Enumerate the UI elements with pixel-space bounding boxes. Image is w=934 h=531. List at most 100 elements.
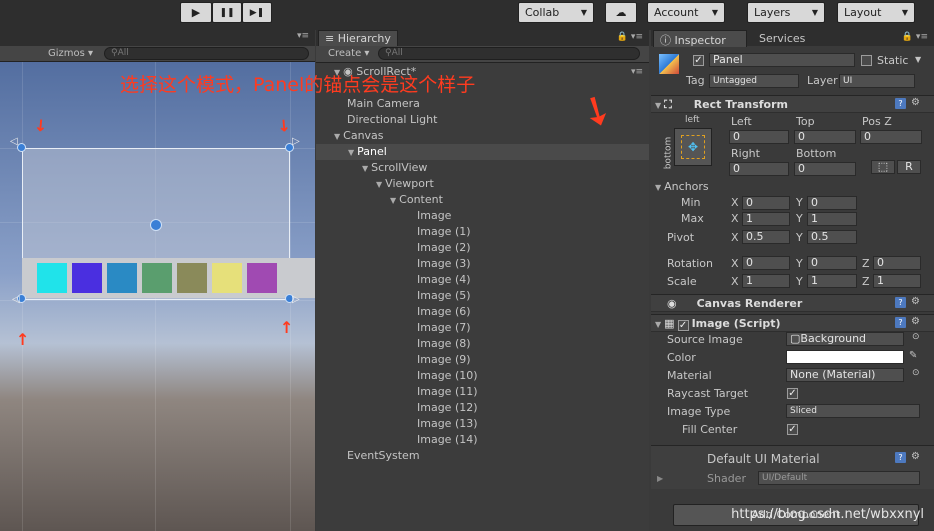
pivot-x-field[interactable]: 0.5: [742, 230, 790, 244]
hierarchy-item[interactable]: EventSystem: [316, 448, 649, 464]
fold-closed-icon[interactable]: ▶: [657, 474, 663, 483]
right-field[interactable]: 0: [729, 162, 789, 176]
left-field[interactable]: 0: [729, 130, 789, 144]
hierarchy-item[interactable]: Image (12): [316, 400, 649, 416]
posz-field[interactable]: 0: [860, 130, 922, 144]
help-icon[interactable]: ?: [895, 297, 906, 308]
object-picker-icon[interactable]: ⊙: [912, 368, 920, 378]
anchor-min-y-field[interactable]: 0: [807, 196, 857, 210]
tab-inspector[interactable]: ⓘ Inspector: [653, 30, 747, 47]
scene-search-input[interactable]: ⚲All: [104, 47, 309, 60]
gear-icon[interactable]: ⚙: [911, 451, 920, 462]
raw-edit-button[interactable]: R: [897, 160, 921, 174]
static-checkbox[interactable]: [861, 55, 872, 66]
cloud-button[interactable]: ☁: [605, 2, 637, 23]
canvas-renderer-header[interactable]: ◉ Canvas Renderer: [651, 294, 934, 312]
hierarchy-item[interactable]: ▼ Panel: [316, 144, 649, 160]
pause-button[interactable]: ❚❚: [212, 2, 242, 23]
hierarchy-item[interactable]: Image (4): [316, 272, 649, 288]
fold-open-icon[interactable]: ▼: [362, 164, 368, 173]
layer-dropdown[interactable]: UI: [839, 74, 915, 88]
anchor-icon[interactable]: ▷: [292, 294, 300, 305]
step-button[interactable]: ▶❚: [242, 2, 272, 23]
menu-icon[interactable]: ▾≡: [631, 64, 643, 80]
hierarchy-item[interactable]: Image (3): [316, 256, 649, 272]
scale-z-field[interactable]: 1: [873, 274, 921, 288]
anchor-min-x-field[interactable]: 0: [742, 196, 790, 210]
hierarchy-item[interactable]: Image: [316, 208, 649, 224]
rotation-z-field[interactable]: 0: [873, 256, 921, 270]
rect-transform-header[interactable]: ▼ ⛶ Rect Transform: [651, 95, 934, 113]
bottom-field[interactable]: 0: [794, 162, 856, 176]
hierarchy-item[interactable]: ▼ Viewport: [316, 176, 649, 192]
help-icon[interactable]: ?: [895, 98, 906, 109]
gear-icon[interactable]: ⚙: [911, 296, 920, 307]
anchor-max-x-field[interactable]: 1: [742, 212, 790, 226]
pivot-y-field[interactable]: 0.5: [807, 230, 857, 244]
pivot-handle[interactable]: [150, 219, 162, 231]
hierarchy-item[interactable]: Image (8): [316, 336, 649, 352]
rotation-y-field[interactable]: 0: [807, 256, 857, 270]
anchor-icon[interactable]: ◁: [10, 136, 18, 147]
hierarchy-item[interactable]: Image (5): [316, 288, 649, 304]
anchor-icon[interactable]: ◁: [12, 294, 20, 305]
scale-y-field[interactable]: 1: [807, 274, 857, 288]
gear-icon[interactable]: ⚙: [911, 316, 920, 327]
layers-dropdown[interactable]: Layers ▼: [747, 2, 825, 23]
help-icon[interactable]: ?: [895, 452, 906, 463]
blueprint-mode-button[interactable]: ⬚: [871, 160, 895, 174]
collab-dropdown[interactable]: Collab ▼: [518, 2, 594, 23]
raycast-target-checkbox[interactable]: ✓: [787, 388, 798, 399]
hierarchy-item[interactable]: Image (7): [316, 320, 649, 336]
create-dropdown[interactable]: Create ▾: [328, 48, 369, 59]
scale-x-field[interactable]: 1: [742, 274, 790, 288]
image-enabled-checkbox[interactable]: ✓: [677, 320, 689, 331]
hierarchy-item[interactable]: ▼ ScrollView: [316, 160, 649, 176]
lock-icon[interactable]: 🔒 ▾≡: [617, 32, 643, 42]
object-picker-icon[interactable]: ⊙: [912, 332, 920, 342]
hierarchy-item[interactable]: Image (11): [316, 384, 649, 400]
account-dropdown[interactable]: Account ▼: [647, 2, 725, 23]
source-image-field[interactable]: ▢Background: [786, 332, 904, 346]
hierarchy-item[interactable]: Image (6): [316, 304, 649, 320]
fill-center-checkbox[interactable]: ✓: [787, 424, 798, 435]
fold-open-icon[interactable]: ▼: [334, 132, 340, 141]
color-swatch[interactable]: [786, 350, 904, 364]
anchor-icon[interactable]: ▷: [292, 136, 300, 147]
object-name-field[interactable]: Panel: [709, 53, 855, 67]
image-script-header[interactable]: ▼ ▦ ✓ Image (Script): [651, 314, 934, 332]
active-checkbox[interactable]: ✓: [693, 55, 704, 66]
scene-view[interactable]: ▾≡ Gizmos ▾ ⚲All ◁ ▷ ◁ ▷ ↙ ↘ ↑ ↑: [0, 30, 315, 531]
tab-services[interactable]: Services: [759, 32, 805, 45]
eyedropper-icon[interactable]: ✎: [909, 350, 917, 361]
image-type-dropdown[interactable]: Sliced: [786, 404, 920, 418]
hierarchy-item[interactable]: ▼ Content: [316, 192, 649, 208]
tag-dropdown[interactable]: Untagged: [709, 74, 799, 88]
menu-icon[interactable]: ▾≡: [297, 31, 309, 41]
hierarchy-item[interactable]: Image (13): [316, 416, 649, 432]
shader-dropdown[interactable]: UI/Default: [758, 471, 920, 485]
chevron-down-icon[interactable]: ▼: [915, 55, 921, 64]
play-button[interactable]: ▶: [180, 2, 212, 23]
hierarchy-item[interactable]: Image (10): [316, 368, 649, 384]
hierarchy-item[interactable]: Image (9): [316, 352, 649, 368]
material-field[interactable]: None (Material): [786, 368, 904, 382]
fold-open-icon[interactable]: ▼: [376, 180, 382, 189]
gear-icon[interactable]: ⚙: [911, 97, 920, 108]
rotation-x-field[interactable]: 0: [742, 256, 790, 270]
anchor-max-y-field[interactable]: 1: [807, 212, 857, 226]
gizmos-dropdown[interactable]: Gizmos ▾: [48, 48, 93, 59]
anchor-presets-button[interactable]: ✥: [674, 128, 712, 166]
hierarchy-item[interactable]: Image (1): [316, 224, 649, 240]
top-field[interactable]: 0: [794, 130, 856, 144]
layout-dropdown[interactable]: Layout ▼: [837, 2, 915, 23]
tab-hierarchy[interactable]: ≡ Hierarchy: [318, 30, 398, 47]
anchors-foldout[interactable]: ▼ Anchors: [655, 180, 709, 193]
corner-handle[interactable]: [17, 143, 26, 152]
help-icon[interactable]: ?: [895, 317, 906, 328]
hierarchy-item[interactable]: Image (2): [316, 240, 649, 256]
hierarchy-search-input[interactable]: ⚲All: [378, 47, 640, 60]
lock-icon[interactable]: 🔒 ▾≡: [902, 32, 928, 42]
fold-open-icon[interactable]: ▼: [390, 196, 396, 205]
fold-open-icon[interactable]: ▼: [348, 148, 354, 157]
